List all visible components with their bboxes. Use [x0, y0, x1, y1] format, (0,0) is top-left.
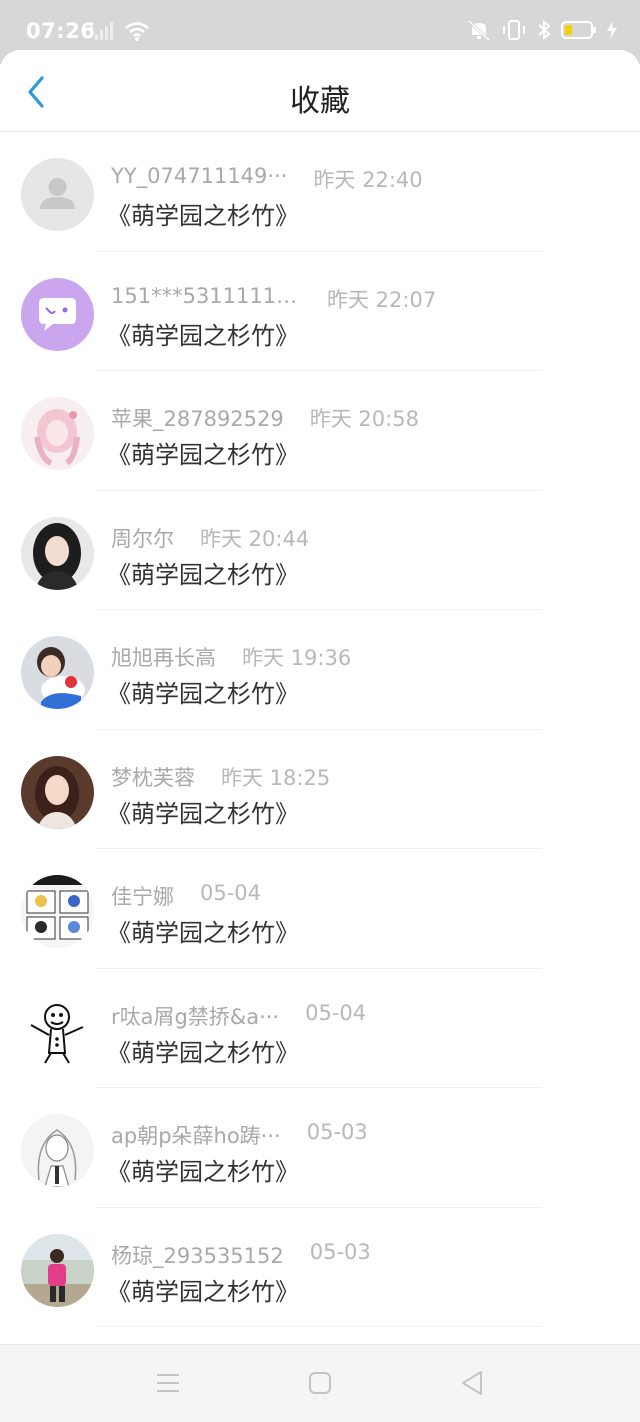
battery-icon	[561, 20, 597, 44]
author-name: 梦枕芙蓉	[111, 765, 195, 790]
timestamp: 昨天 18:25	[221, 765, 331, 790]
item-title: 《萌学园之杉竹》	[107, 1038, 299, 1067]
item-title: 《萌学园之杉竹》	[107, 919, 299, 947]
wifi-icon	[124, 20, 150, 46]
page-title: 收藏	[290, 84, 350, 119]
list-item[interactable]: ap朝p朵薛ho踌··· 05-03 《萌学园之杉竹》	[0, 1088, 640, 1208]
author-name: 旭旭再长高	[111, 646, 216, 670]
anime-sketch-avatar[interactable]	[21, 1114, 94, 1187]
author-name: YY_074711149···	[111, 164, 288, 188]
list-item[interactable]: 旭旭再长高 昨天 19:36 《萌学园之杉竹》	[0, 610, 640, 730]
home-icon	[308, 1371, 332, 1399]
timestamp: 昨天 22:07	[327, 287, 437, 312]
chat-bubble-avatar[interactable]	[21, 277, 94, 351]
timestamp: 昨天 20:58	[309, 407, 419, 431]
divider	[96, 1326, 542, 1327]
list-item[interactable]: 周尔尔 昨天 20:44 《萌学园之杉竹》	[0, 491, 640, 610]
comic-panel-avatar[interactable]	[21, 875, 94, 948]
author-name: ap朝p朵薛ho踌···	[111, 1124, 281, 1148]
svg-text:x: x	[88, 21, 94, 32]
item-title: 《萌学园之杉竹》	[107, 560, 299, 589]
bluetooth-icon	[536, 18, 552, 46]
item-title: 《萌学园之杉竹》	[107, 680, 299, 708]
item-title: 《萌学园之杉竹》	[107, 202, 299, 230]
item-title: 《萌学园之杉竹》	[107, 441, 299, 469]
system-navigation-bar	[0, 1344, 640, 1422]
author-name: r呔a屑g禁挢&a···	[111, 1004, 280, 1029]
anime-girl-pink-avatar[interactable]	[21, 397, 94, 470]
list-item[interactable]: 梦枕芙蓉 昨天 18:25 《萌学园之杉竹》	[0, 730, 640, 849]
list-item[interactable]: 苹果_287892529 昨天 20:58 《萌学园之杉竹》	[0, 371, 640, 491]
item-title: 《萌学园之杉竹》	[107, 1158, 299, 1186]
list-item[interactable]: 杨琼_293535152 05-03 《萌学园之杉竹》	[0, 1208, 640, 1327]
list-item[interactable]: 151***531111111 昨天 22:07 《萌学园之杉竹》	[0, 252, 640, 371]
menu-button[interactable]	[152, 1369, 184, 1401]
timestamp: 昨天 19:36	[242, 646, 352, 670]
timestamp: 05-04	[305, 1000, 367, 1025]
author-name: 佳宁娜	[111, 885, 174, 909]
default-avatar[interactable]	[21, 158, 94, 231]
back-icon	[459, 1370, 485, 1400]
vibrate-mute-icon	[466, 18, 492, 46]
status-time: 07:26	[26, 19, 96, 43]
timestamp: 05-03	[309, 1239, 371, 1264]
menu-icon	[155, 1372, 181, 1398]
home-button[interactable]	[304, 1369, 336, 1401]
timestamp: 05-03	[306, 1120, 368, 1144]
item-title: 《萌学园之杉竹》	[107, 321, 299, 350]
system-back-button[interactable]	[456, 1369, 488, 1401]
favorites-list: YY_074711149··· 昨天 22:40 《萌学园之杉竹》 151***5…	[0, 132, 640, 1327]
signal-x-icon: x	[88, 20, 116, 46]
timestamp: 昨天 22:40	[313, 168, 423, 192]
header: 收藏	[0, 50, 640, 132]
timestamp: 05-04	[200, 881, 262, 905]
photo-child-avatar[interactable]	[21, 636, 94, 709]
charging-icon	[606, 20, 618, 44]
author-name: 周尔尔	[111, 526, 174, 551]
author-name: 杨琼_293535152	[111, 1243, 284, 1268]
timestamp: 昨天 20:44	[200, 526, 310, 551]
photo-outdoor-avatar[interactable]	[21, 1233, 94, 1307]
photo-woman-avatar[interactable]	[21, 755, 94, 829]
list-item[interactable]: YY_074711149··· 昨天 22:40 《萌学园之杉竹》	[0, 132, 640, 252]
photo-girl-avatar[interactable]	[21, 516, 94, 590]
item-title: 《萌学园之杉竹》	[107, 799, 299, 828]
author-name: 苹果_287892529	[111, 407, 284, 431]
tiger-sketch-avatar[interactable]	[21, 994, 94, 1068]
author-name: 151***531111111	[111, 283, 301, 308]
vibrate-icon	[501, 18, 527, 46]
list-item[interactable]: r呔a屑g禁挢&a··· 05-04 《萌学园之杉竹》	[0, 969, 640, 1088]
item-title: 《萌学园之杉竹》	[107, 1277, 299, 1306]
list-item[interactable]: 佳宁娜 05-04 《萌学园之杉竹》	[0, 849, 640, 969]
